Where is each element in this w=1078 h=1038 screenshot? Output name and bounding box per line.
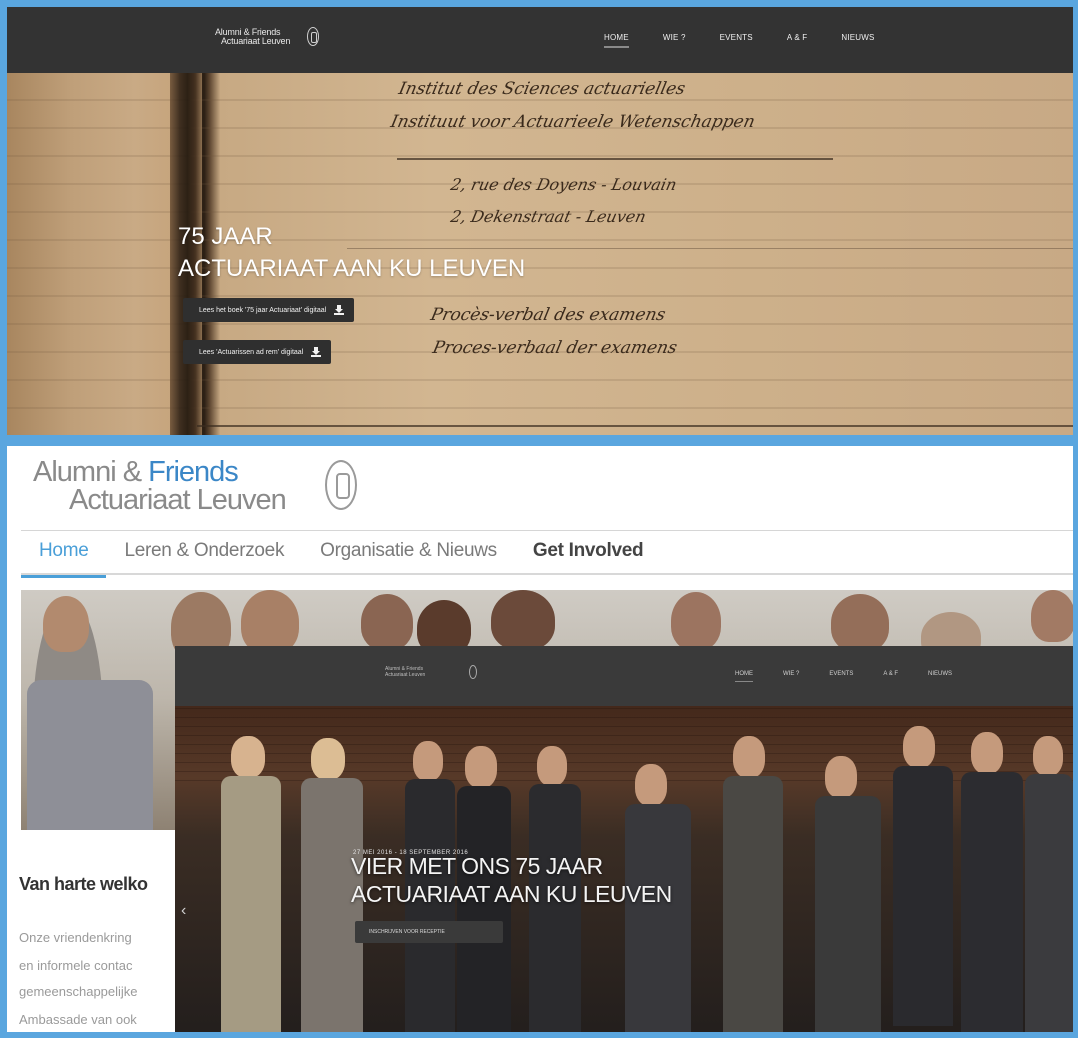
- read-magazine-button[interactable]: Lees 'Actuarissen ad rem' digitaal: [183, 340, 332, 364]
- brand-line-2: Actuariaat Leuven: [221, 36, 291, 46]
- main-nav: HOME WIE ? EVENTS A & F NIEUWS: [604, 33, 909, 48]
- nav-home[interactable]: HOME: [604, 33, 629, 48]
- hero-title-line-2: ACTUARIAAT AAN KU LEUVEN: [178, 255, 526, 282]
- read-magazine-button-label: Lees 'Actuarissen ad rem' digitaal: [199, 348, 304, 356]
- tab-leren-onderzoek[interactable]: Leren & Onderzoek: [106, 540, 302, 576]
- new-site-screenshot: Institut des Sciences actuarielles Insti…: [7, 7, 1073, 435]
- ink-rule: [397, 158, 833, 160]
- intro-text-line: Ambassade van ook: [19, 1012, 137, 1027]
- intro-text-line: Onze vriendenkring: [19, 930, 132, 945]
- ink-rule: [197, 425, 1073, 427]
- new-site-overlay: Alumni & Friends Actuariaat Leuven HOME …: [175, 646, 1073, 1032]
- download-icon: [334, 305, 345, 315]
- tab-home[interactable]: Home: [21, 540, 107, 578]
- handwriting-line: 2, rue des Doyens - Louvain: [448, 175, 679, 194]
- new-site-brand[interactable]: Alumni & Friends Actuariaat Leuven: [385, 666, 425, 678]
- nav-af[interactable]: A & F: [787, 33, 808, 48]
- new-hero-title-line-1: VIER MET ONS 75 JAAR: [351, 853, 603, 879]
- slider-prev-icon[interactable]: ‹: [181, 902, 186, 920]
- handwriting-line: Institut des Sciences actuarielles: [396, 79, 688, 99]
- tab-get-involved[interactable]: Get Involved: [515, 540, 661, 576]
- read-book-button-label: Lees het boek '75 jaar Actuariaat' digit…: [199, 306, 327, 314]
- tab-organisatie-nieuws[interactable]: Organisatie & Nieuws: [302, 540, 515, 576]
- brand-logo[interactable]: Alumni & Friends Actuariaat Leuven: [215, 28, 290, 46]
- nav-events[interactable]: EVENTS: [720, 33, 753, 48]
- university-seal-icon: [307, 27, 319, 46]
- nav-wie[interactable]: WIE ?: [663, 33, 686, 48]
- register-button-label: INSCHRIJVEN VOOR RECEPTIE: [369, 929, 445, 935]
- university-seal-icon: [325, 460, 357, 510]
- handwriting-line: Proces-verbaal der examens: [430, 338, 679, 358]
- nav-wie[interactable]: WIE ?: [783, 671, 799, 682]
- nav-home[interactable]: HOME: [735, 671, 753, 682]
- intro-text-line: gemeenschappelijke: [19, 984, 138, 999]
- intro-text-line: en informele contac: [19, 958, 133, 973]
- old-site-logo[interactable]: Alumni & Friends Actuariaat Leuven: [33, 458, 287, 516]
- new-hero-title-line-2: ACTUARIAAT AAN KU LEUVEN: [351, 881, 672, 907]
- old-site-tabs: Home Leren & Onderzoek Organisatie & Nie…: [21, 540, 661, 578]
- nav-events[interactable]: EVENTS: [829, 671, 853, 682]
- new-brand-line-2: Actuariaat Leuven: [385, 672, 426, 678]
- university-seal-icon: [469, 665, 477, 679]
- new-site-navbar: Alumni & Friends Actuariaat Leuven HOME …: [175, 646, 1073, 706]
- nav-nieuws[interactable]: NIEUWS: [928, 671, 952, 682]
- new-site-nav: HOME WIE ? EVENTS A & F NIEUWS: [735, 671, 982, 682]
- nav-nieuws[interactable]: NIEUWS: [841, 33, 874, 48]
- logo-actuariaat: Actuariaat Leuven: [69, 484, 287, 516]
- hero-title: 75 JAAR ACTUARIAAT AAN KU LEUVEN: [178, 221, 525, 285]
- old-vs-new-site-screenshot: Alumni & Friends Actuariaat Leuven Home …: [7, 446, 1073, 1032]
- new-hero-title: VIER MET ONS 75 JAAR ACTUARIAAT AAN KU L…: [351, 852, 672, 908]
- nav-underline: [21, 573, 1073, 575]
- register-button[interactable]: INSCHRIJVEN VOOR RECEPTIE: [355, 921, 503, 943]
- top-navbar: Alumni & Friends Actuariaat Leuven HOME …: [7, 7, 1073, 73]
- handwriting-line: Instituut voor Actuarieele Wetenschappen: [388, 112, 757, 132]
- handwriting-line: Procès-verbal des examens: [428, 305, 668, 325]
- nav-divider: [21, 530, 1073, 531]
- read-book-button[interactable]: Lees het boek '75 jaar Actuariaat' digit…: [183, 298, 355, 322]
- welcome-heading: Van harte welko: [19, 874, 148, 894]
- download-icon: [311, 347, 322, 357]
- nav-af[interactable]: A & F: [883, 671, 898, 682]
- hero-title-line-1: 75 JAAR: [178, 223, 273, 250]
